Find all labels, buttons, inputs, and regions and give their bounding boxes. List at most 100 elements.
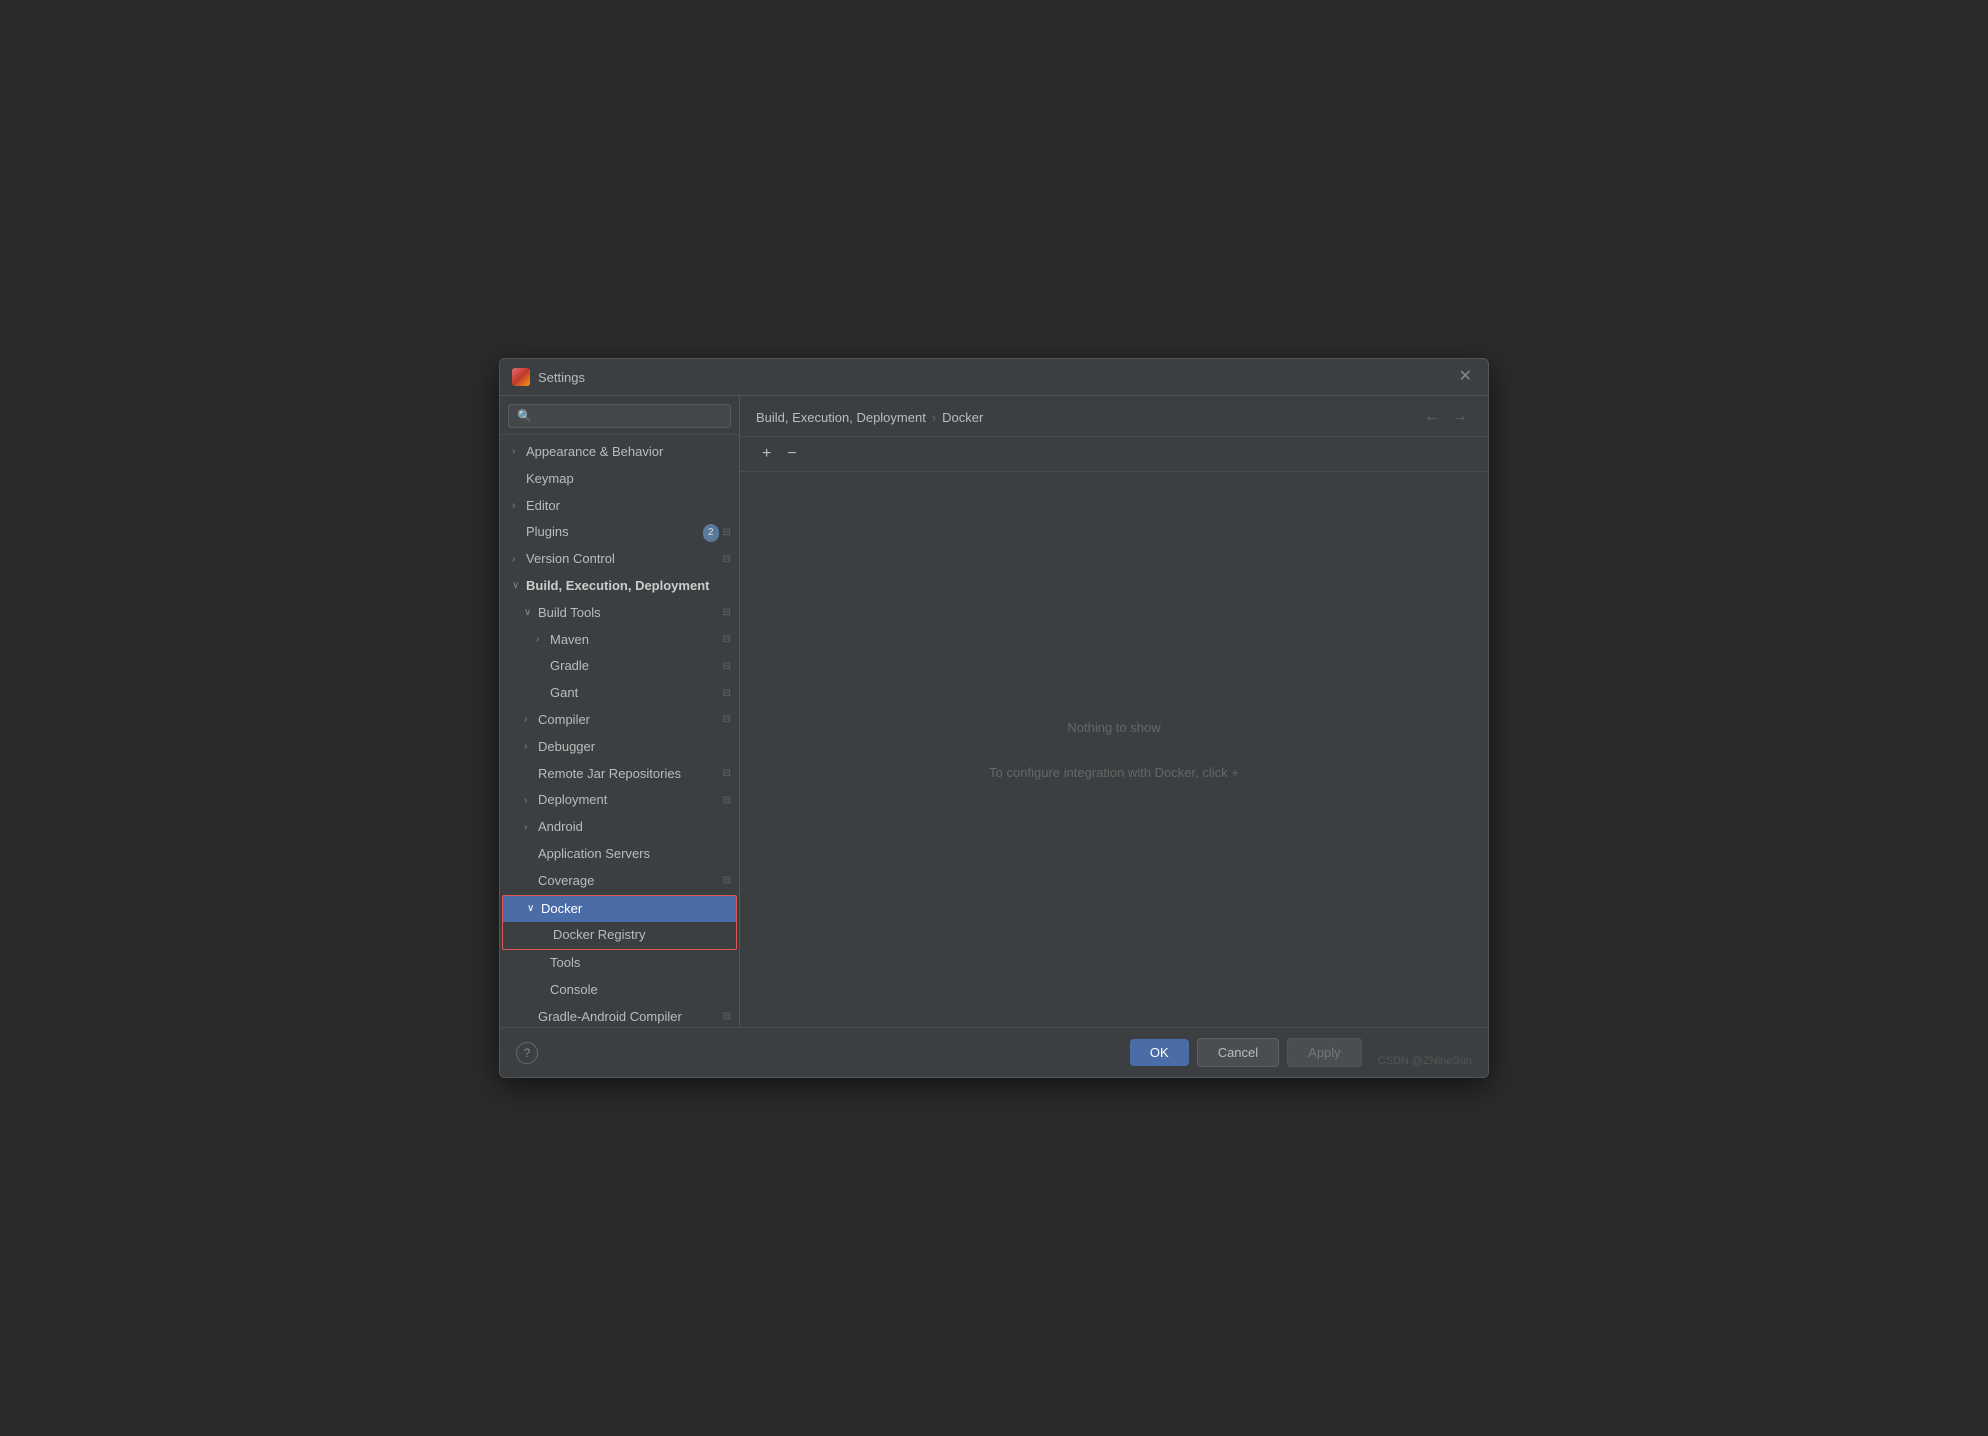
arrow-icon: › [524,739,536,755]
arrow-icon: › [512,552,524,568]
dialog-footer: ? OK Cancel Apply CSDN @ZNineSun [500,1027,1488,1077]
sidebar-item-debugger[interactable]: › Debugger [500,734,739,761]
sidebar-item-label: Debugger [538,737,731,758]
settings-icon: ⊟ [723,793,731,809]
content-main: Nothing to show To configure integration… [740,472,1488,1027]
sidebar-item-label: Build Tools [538,603,719,624]
configure-hint-text: To configure integration with Docker, cl… [989,765,1239,780]
docker-group: ∨ Docker Docker Registry [502,895,737,951]
app-icon [512,368,530,386]
settings-dialog: Settings ✕ › Appearance & Behavior Keyma… [499,358,1489,1078]
settings-icon: ⊟ [723,1009,731,1025]
remove-button[interactable]: − [781,443,802,465]
sidebar-item-docker[interactable]: ∨ Docker [503,896,736,923]
close-button[interactable]: ✕ [1455,367,1476,387]
arrow-icon: ∨ [512,578,524,594]
breadcrumb: Build, Execution, Deployment › Docker [756,410,983,425]
sidebar-item-label: Maven [550,630,719,651]
watermark-text: CSDN @ZNineSun [1378,1055,1472,1067]
nav-arrows: ← → [1420,406,1472,428]
sidebar-item-console[interactable]: Console [500,977,739,1004]
sidebar-item-maven[interactable]: › Maven ⊟ [500,627,739,654]
search-input[interactable] [508,404,731,428]
sidebar-item-gradle[interactable]: Gradle ⊟ [500,653,739,680]
sidebar-item-label: Coverage [538,871,719,892]
nav-back-button[interactable]: ← [1420,406,1444,428]
sidebar-item-label: Gradle-Android Compiler [538,1007,719,1027]
settings-icon: ⊟ [723,766,731,782]
footer-left: ? [516,1042,1122,1064]
apply-button[interactable]: Apply [1287,1038,1362,1067]
arrow-icon: › [512,444,524,460]
sidebar-item-appearance[interactable]: › Appearance & Behavior [500,439,739,466]
breadcrumb-parent: Build, Execution, Deployment [756,410,926,425]
breadcrumb-current: Docker [942,410,983,425]
toolbar: + − [740,437,1488,472]
sidebar-item-label: Deployment [538,790,719,811]
sidebar-item-label: Version Control [526,549,719,570]
nav-forward-button[interactable]: → [1448,406,1472,428]
sidebar-item-android[interactable]: › Android [500,814,739,841]
arrow-icon: › [524,793,536,809]
content-area: Build, Execution, Deployment › Docker ← … [740,396,1488,1027]
ok-button[interactable]: OK [1130,1039,1189,1066]
arrow-icon: › [524,712,536,728]
sidebar-item-label: Gant [550,683,719,704]
arrow-icon: › [536,632,548,648]
sidebar-item-label: Tools [550,953,731,974]
add-button[interactable]: + [756,443,777,465]
sidebar-item-app-servers[interactable]: Application Servers [500,841,739,868]
nothing-to-show-text: Nothing to show [1067,720,1160,735]
settings-icon: ⊟ [723,712,731,728]
search-box [500,396,739,435]
sidebar-item-label: Compiler [538,710,719,731]
sidebar-item-gant[interactable]: Gant ⊟ [500,680,739,707]
sidebar-item-label: Android [538,817,731,838]
arrow-icon: ∨ [527,901,539,917]
settings-icon: ⊟ [723,659,731,675]
help-button[interactable]: ? [516,1042,538,1064]
title-bar: Settings ✕ [500,359,1488,396]
settings-icon: ⊟ [723,605,731,621]
sidebar-item-coverage[interactable]: Coverage ⊟ [500,868,739,895]
sidebar-item-gradle-android[interactable]: Gradle-Android Compiler ⊟ [500,1004,739,1027]
sidebar-item-label: Appearance & Behavior [526,442,731,463]
sidebar-item-version-control[interactable]: › Version Control ⊟ [500,546,739,573]
sidebar-item-label: Gradle [550,656,719,677]
sidebar-item-label: Editor [526,496,731,517]
cancel-button[interactable]: Cancel [1197,1038,1279,1067]
plugins-badge: 2 [703,524,719,542]
dialog-title: Settings [538,370,1455,385]
settings-icon: ⊟ [723,525,731,541]
sidebar-item-remote-jar[interactable]: Remote Jar Repositories ⊟ [500,761,739,788]
settings-icon: ⊟ [723,552,731,568]
sidebar-item-tools[interactable]: Tools [500,950,739,977]
sidebar-item-deployment[interactable]: › Deployment ⊟ [500,787,739,814]
sidebar-item-label: Docker Registry [553,925,728,946]
sidebar: › Appearance & Behavior Keymap › Editor … [500,396,740,1027]
sidebar-tree: › Appearance & Behavior Keymap › Editor … [500,435,739,1027]
sidebar-item-compiler[interactable]: › Compiler ⊟ [500,707,739,734]
arrow-icon: ∨ [524,605,536,621]
sidebar-item-keymap[interactable]: Keymap [500,466,739,493]
sidebar-item-label: Keymap [526,469,731,490]
sidebar-item-build-exec[interactable]: ∨ Build, Execution, Deployment [500,573,739,600]
settings-icon: ⊟ [723,873,731,889]
settings-icon: ⊟ [723,686,731,702]
sidebar-item-label: Application Servers [538,844,731,865]
sidebar-item-docker-registry[interactable]: Docker Registry [503,922,736,949]
sidebar-item-label: Plugins [526,522,699,543]
sidebar-item-label: Build, Execution, Deployment [526,576,731,597]
sidebar-item-build-tools[interactable]: ∨ Build Tools ⊟ [500,600,739,627]
breadcrumb-sep: › [932,410,936,425]
content-header: Build, Execution, Deployment › Docker ← … [740,396,1488,437]
arrow-icon: › [512,498,524,514]
sidebar-item-label: Remote Jar Repositories [538,764,719,785]
arrow-icon: › [524,820,536,836]
sidebar-item-label: Console [550,980,731,1001]
settings-icon: ⊟ [723,632,731,648]
sidebar-item-label: Docker [541,899,728,920]
sidebar-item-plugins[interactable]: Plugins 2 ⊟ [500,519,739,546]
dialog-body: › Appearance & Behavior Keymap › Editor … [500,396,1488,1027]
sidebar-item-editor[interactable]: › Editor [500,493,739,520]
